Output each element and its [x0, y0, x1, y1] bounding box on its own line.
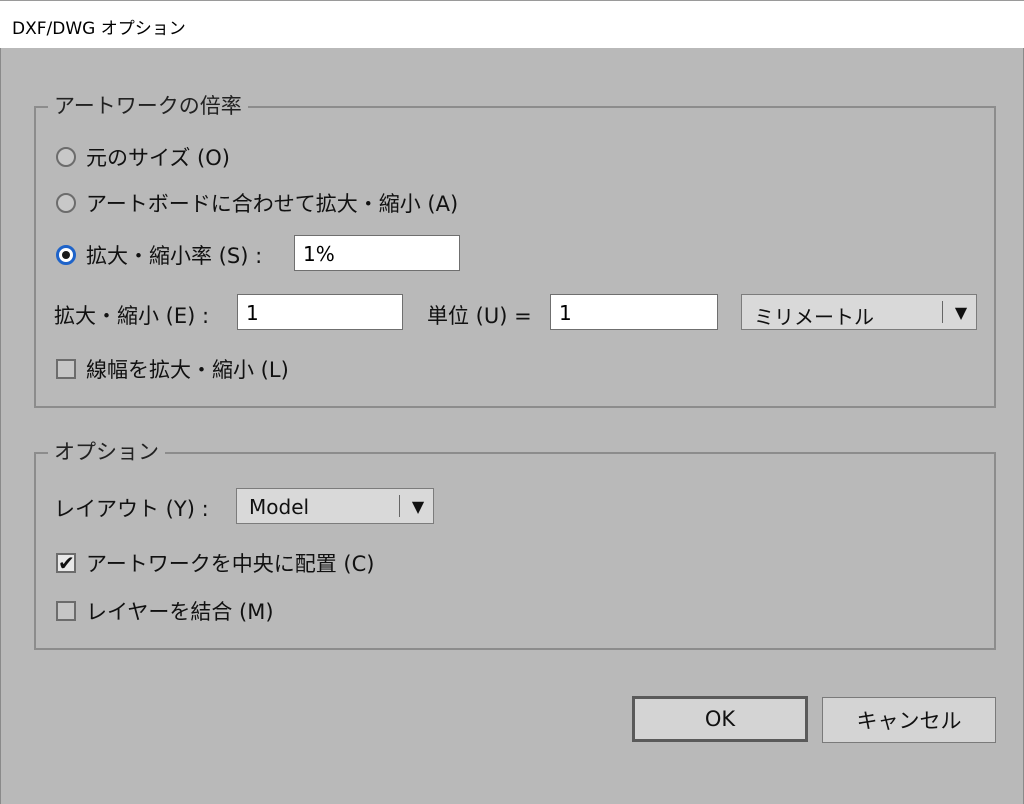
merge-layers-checkbox[interactable]: レイヤーを結合 (M) — [56, 596, 274, 626]
ok-button[interactable]: OK — [632, 696, 808, 742]
chevron-down-icon[interactable]: ▼ — [403, 489, 433, 523]
radio-scale-ratio-label: 拡大・縮小率 (S) : — [86, 244, 263, 268]
merge-layers-label: レイヤーを結合 (M) — [86, 600, 274, 624]
chevron-down-icon[interactable]: ▼ — [946, 295, 976, 329]
unit-row: 単位 (U) = — [427, 300, 532, 330]
merge-layers-check-icon[interactable] — [56, 601, 76, 621]
scale-ratio-input[interactable]: 1% — [294, 235, 460, 271]
scale-label: 拡大・縮小 (E) : — [54, 304, 210, 328]
options-legend: オプション — [48, 438, 165, 466]
radio-fit-artboard-label: アートボードに合わせて拡大・縮小 (A) — [86, 192, 459, 216]
radio-original-size[interactable]: 元のサイズ (O) — [56, 142, 230, 172]
options-group: オプション レイアウト (Y) : Model ▼ ✔ アートワークを中央に配置… — [34, 438, 996, 650]
scale-strokes-checkbox[interactable]: 線幅を拡大・縮小 (L) — [56, 354, 289, 384]
radio-scale-ratio[interactable]: 拡大・縮小率 (S) : — [56, 240, 262, 270]
cancel-button[interactable]: キャンセル — [822, 697, 996, 743]
title-bar: DXF/DWG オプション — [0, 0, 1024, 48]
unit-input[interactable]: 1 — [550, 294, 718, 330]
radio-original-size-icon[interactable] — [56, 147, 76, 167]
unit-select[interactable]: ミリメートル ▼ — [741, 294, 977, 330]
radio-original-size-label: 元のサイズ (O) — [86, 146, 230, 170]
scale-strokes-check-icon[interactable] — [56, 359, 76, 379]
center-artwork-checkbox[interactable]: ✔ アートワークを中央に配置 (C) — [56, 548, 374, 578]
artwork-scale-group: アートワークの倍率 元のサイズ (O) アートボードに合わせて拡大・縮小 (A)… — [34, 92, 996, 408]
artwork-scale-legend: アートワークの倍率 — [48, 92, 248, 120]
radio-fit-artboard[interactable]: アートボードに合わせて拡大・縮小 (A) — [56, 188, 458, 218]
layout-row: レイアウト (Y) : — [54, 493, 209, 523]
scale-input[interactable]: 1 — [237, 294, 403, 330]
center-artwork-label: アートワークを中央に配置 (C) — [86, 552, 375, 576]
layout-select-divider — [399, 495, 400, 517]
scale-row: 拡大・縮小 (E) : — [54, 300, 209, 330]
window-title: DXF/DWG オプション — [12, 19, 186, 39]
layout-label: レイアウト (Y) : — [54, 497, 209, 521]
checkmark-icon[interactable]: ✔ — [56, 553, 76, 573]
unit-select-divider — [942, 301, 943, 323]
layout-select[interactable]: Model ▼ — [236, 488, 434, 524]
dialog-body: アートワークの倍率 元のサイズ (O) アートボードに合わせて拡大・縮小 (A)… — [0, 48, 1024, 804]
unit-select-value: ミリメートル — [754, 305, 874, 329]
layout-select-value: Model — [249, 495, 310, 519]
radio-scale-ratio-icon[interactable] — [56, 245, 76, 265]
unit-label: 単位 (U) = — [427, 304, 532, 328]
scale-strokes-label: 線幅を拡大・縮小 (L) — [86, 358, 289, 382]
radio-fit-artboard-icon[interactable] — [56, 193, 76, 213]
